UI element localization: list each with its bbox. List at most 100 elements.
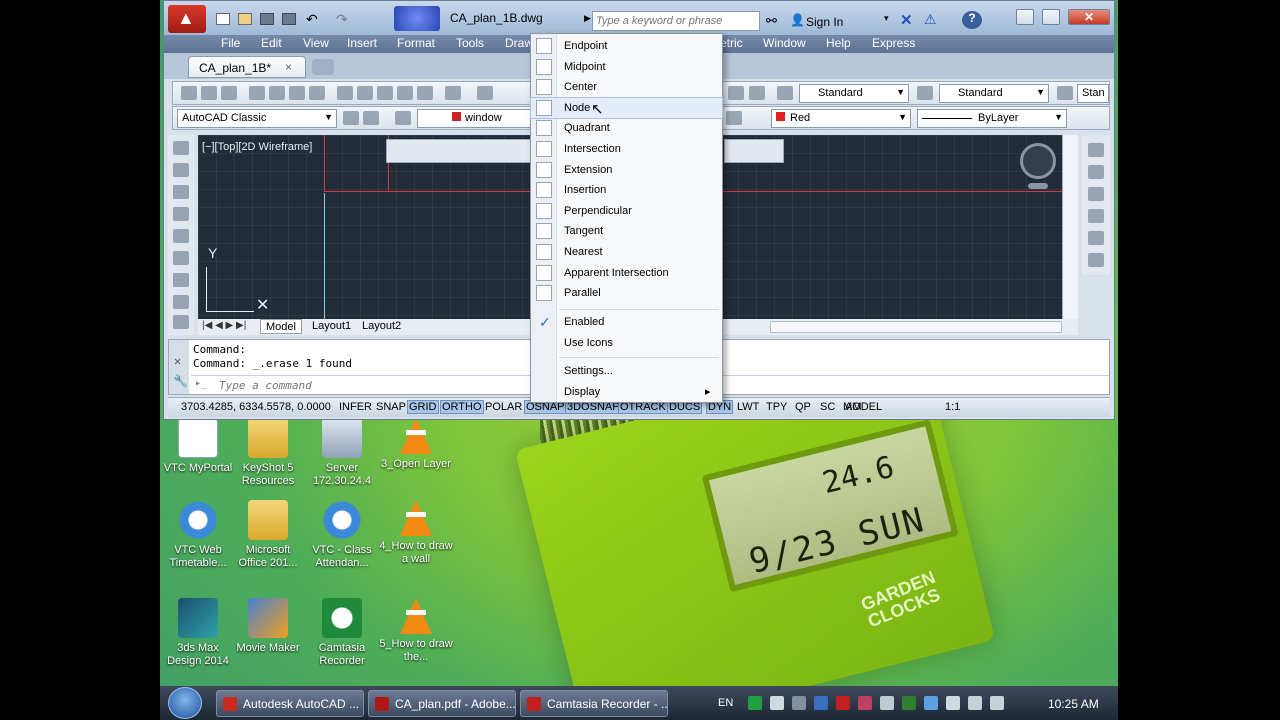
status-toggle-snap[interactable]: SNAP bbox=[375, 401, 407, 413]
clock-time[interactable]: 10:25 AM bbox=[1048, 697, 1099, 711]
save-as-icon[interactable] bbox=[282, 13, 296, 25]
desktop-icon-draw-wall[interactable]: 4_How to draw a wall bbox=[378, 500, 454, 566]
sign-in-dropdown-icon[interactable]: ▾ bbox=[884, 13, 889, 24]
menu-item-extension[interactable]: Extension bbox=[531, 160, 722, 180]
text-style-select[interactable]: Standard ▼ bbox=[799, 84, 909, 103]
desktop-icon-server[interactable]: Server 172.30.24.4 bbox=[304, 418, 380, 488]
status-toggle-tpy[interactable]: TPY bbox=[765, 401, 788, 413]
tray-app-icon[interactable] bbox=[814, 696, 828, 710]
status-toggle-grid[interactable]: GRID bbox=[407, 400, 439, 414]
menu-edit[interactable]: Edit bbox=[261, 36, 282, 50]
spline-icon[interactable] bbox=[173, 315, 189, 329]
desktop-icon-3ds-max[interactable]: 3ds Max Design 2014 bbox=[160, 598, 236, 668]
workspace-select[interactable]: AutoCAD Classic ▼ bbox=[177, 109, 337, 128]
construction-line-icon[interactable] bbox=[173, 163, 189, 177]
flag-icon[interactable] bbox=[946, 696, 960, 710]
desktop-icon-camtasia[interactable]: Camtasia Recorder bbox=[304, 598, 380, 668]
menu-item-enabled[interactable]: ✓ Enabled bbox=[531, 312, 722, 332]
menu-view[interactable]: View bbox=[303, 36, 329, 50]
close-command-icon[interactable]: ✕ bbox=[174, 354, 181, 368]
volume-icon[interactable] bbox=[990, 696, 1004, 710]
coordinates-readout[interactable]: 3703.4285, 6334.5578, 0.0000 bbox=[180, 401, 332, 413]
open-file-icon[interactable] bbox=[238, 13, 252, 25]
language-indicator[interactable]: EN bbox=[718, 697, 733, 709]
copy-icon[interactable] bbox=[1088, 143, 1104, 157]
file-tab[interactable]: CA_plan_1B* × bbox=[188, 56, 306, 78]
table-style-icon[interactable] bbox=[1057, 86, 1073, 100]
dim-style-select[interactable]: Standard ▼ bbox=[939, 84, 1049, 103]
desktop-icon-movie-maker[interactable]: Movie Maker bbox=[230, 598, 306, 655]
desktop-icon-vtc-myportal[interactable]: VTC MyPortal bbox=[160, 418, 236, 475]
match-properties-icon[interactable] bbox=[397, 86, 413, 100]
desktop-icon-vtc-timetable[interactable]: VTC Web Timetable... bbox=[160, 500, 236, 570]
menu-item-settings[interactable]: Settings... bbox=[531, 361, 722, 381]
tray-app-icon[interactable] bbox=[792, 696, 806, 710]
tray-app-icon[interactable] bbox=[902, 696, 916, 710]
tab-layout1[interactable]: Layout1 bbox=[308, 320, 355, 332]
menu-parametric[interactable]: etric bbox=[720, 36, 743, 50]
sign-in-link[interactable]: Sign In bbox=[806, 15, 843, 29]
wcs-menu-icon[interactable] bbox=[1028, 183, 1048, 189]
command-window-handle[interactable]: ✕ 🔧 bbox=[169, 340, 189, 394]
desktop-icon-draw-the[interactable]: 5_How to draw the... bbox=[378, 598, 454, 664]
layer-previous-icon[interactable] bbox=[726, 111, 742, 125]
open-icon[interactable] bbox=[201, 86, 217, 100]
tray-camtasia-icon[interactable] bbox=[748, 696, 762, 710]
network-icon[interactable] bbox=[968, 696, 982, 710]
menu-item-apparent-intersection[interactable]: Apparent Intersection bbox=[531, 263, 722, 283]
menu-file[interactable]: File bbox=[221, 36, 240, 50]
workspace-settings-icon[interactable] bbox=[343, 111, 359, 125]
menu-item-perpendicular[interactable]: Perpendicular bbox=[531, 201, 722, 221]
status-toggle-sc[interactable]: SC bbox=[819, 401, 836, 413]
menu-item-endpoint[interactable]: Endpoint bbox=[531, 36, 722, 56]
vertical-scrollbar[interactable] bbox=[1062, 135, 1078, 319]
status-toggle-infer[interactable]: INFER bbox=[338, 401, 373, 413]
polyline-icon[interactable] bbox=[173, 185, 189, 199]
tab-model[interactable]: Model bbox=[260, 319, 302, 334]
connect-icon[interactable]: ⚠ bbox=[924, 11, 937, 28]
help-icon[interactable] bbox=[749, 86, 765, 100]
plot-preview-icon[interactable] bbox=[269, 86, 285, 100]
circle-icon[interactable] bbox=[173, 273, 189, 287]
menu-draw[interactable]: Draw bbox=[505, 36, 533, 50]
arc-icon[interactable] bbox=[173, 251, 189, 265]
new-file-icon[interactable] bbox=[216, 13, 230, 25]
tray-app-icon[interactable] bbox=[858, 696, 872, 710]
new-icon[interactable] bbox=[181, 86, 197, 100]
calculator-icon[interactable] bbox=[728, 86, 744, 100]
menu-insert[interactable]: Insert bbox=[347, 36, 377, 50]
redo-icon[interactable] bbox=[477, 86, 493, 100]
status-toggle-lwt[interactable]: LWT bbox=[736, 401, 760, 413]
annotation-scale[interactable]: 1:1 bbox=[944, 401, 961, 413]
task-adobe[interactable]: CA_plan.pdf - Adobe... bbox=[368, 690, 516, 717]
app-menu-button[interactable]: ▲ bbox=[168, 5, 206, 33]
desktop-icon-keyshot[interactable]: KeyShot 5 Resources bbox=[230, 418, 306, 488]
viewcube-icon[interactable] bbox=[1020, 143, 1056, 179]
paste-icon[interactable] bbox=[377, 86, 393, 100]
cut-icon[interactable] bbox=[337, 86, 353, 100]
menu-item-nearest[interactable]: Nearest bbox=[531, 242, 722, 262]
menu-item-node[interactable]: Node bbox=[530, 96, 723, 119]
table-style-select[interactable]: Stan bbox=[1077, 84, 1109, 103]
redo-icon[interactable]: ↷ bbox=[336, 11, 348, 28]
maximize-button[interactable] bbox=[1042, 9, 1060, 25]
status-toggle-ortho[interactable]: ORTHO bbox=[440, 400, 484, 414]
layer-select[interactable]: window bbox=[417, 109, 537, 128]
undo-icon[interactable]: ↶ bbox=[306, 11, 318, 28]
offset-icon[interactable] bbox=[1088, 187, 1104, 201]
copy-icon[interactable] bbox=[357, 86, 373, 100]
menu-item-display[interactable]: Display ▸ bbox=[531, 382, 722, 402]
tray-app-icon[interactable] bbox=[880, 696, 894, 710]
desktop-icon-open-layer[interactable]: 3_Open Layer bbox=[378, 418, 454, 471]
save-icon[interactable] bbox=[221, 86, 237, 100]
move-icon[interactable] bbox=[1088, 231, 1104, 245]
exchange-icon[interactable]: ✕ bbox=[900, 11, 913, 29]
3d-dwf-icon[interactable] bbox=[309, 86, 325, 100]
menu-express[interactable]: Express bbox=[872, 36, 915, 50]
linetype-select[interactable]: ByLayer ▼ bbox=[917, 109, 1067, 128]
dim-style-icon[interactable] bbox=[917, 86, 933, 100]
menu-item-intersection[interactable]: Intersection bbox=[531, 139, 722, 159]
horizontal-scrollbar[interactable] bbox=[770, 321, 1062, 333]
menu-format[interactable]: Format bbox=[397, 36, 435, 50]
task-autocad[interactable]: Autodesk AutoCAD ... bbox=[216, 690, 364, 717]
